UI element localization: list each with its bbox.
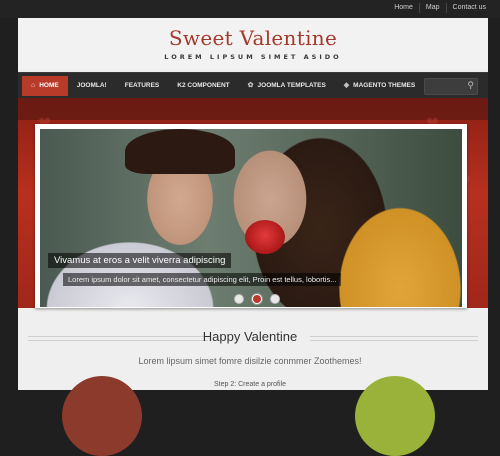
magento-icon: ◆	[343, 82, 350, 89]
nav-item-home-label: HOME	[39, 82, 59, 89]
site-header: Sweet Valentine LOREM LIPSUM SIMET ASIDO	[18, 18, 488, 70]
home-icon: ⌂	[31, 82, 36, 89]
slider-pagination	[234, 294, 280, 304]
rose-image	[245, 220, 285, 254]
nav-item-magento[interactable]: ◆ MAGENTO THEMES	[335, 76, 424, 96]
top-link-contact[interactable]: Contact us	[445, 3, 492, 13]
slider-dot-3[interactable]	[270, 294, 280, 304]
top-link-map[interactable]: Map	[418, 3, 446, 13]
section-subtitle: Lorem lipsum simet fomre disilzie conmme…	[138, 356, 362, 366]
slide-caption-text: Lorem ipsum dolor sit amet, consectetur …	[63, 273, 342, 286]
site-tagline: LOREM LIPSUM SIMET ASIDO	[164, 53, 342, 61]
main-nav: ⌂ HOME JOOMLA! FEATURES K2 COMPONENT ✿ J…	[18, 72, 488, 99]
banner-shade	[18, 98, 488, 120]
top-links: Home Map Contact us	[388, 3, 492, 13]
site-title[interactable]: Sweet Valentine	[18, 26, 488, 50]
nav-item-joomla[interactable]: JOOMLA!	[68, 76, 116, 96]
slide-photo-detail	[125, 129, 235, 174]
slider-dot-2[interactable]	[252, 294, 262, 304]
top-bar: Home Map Contact us	[0, 0, 500, 18]
search-icon[interactable]: ⚲	[467, 80, 474, 91]
nav-item-magento-label: MAGENTO THEMES	[353, 82, 416, 89]
search-input[interactable]: ⚲	[424, 78, 478, 95]
nav-item-features-label: FEATURES	[124, 82, 160, 89]
nav-item-features[interactable]: FEATURES	[116, 76, 169, 96]
nav-item-joomla-label: JOOMLA!	[76, 82, 107, 89]
joomla-icon: ✿	[247, 82, 254, 89]
slide-caption-title[interactable]: Vivamus at eros a velit viverra adipisci…	[48, 253, 232, 268]
slider-dot-1[interactable]	[234, 294, 244, 304]
feature-circle-left[interactable]	[62, 376, 142, 456]
nav-item-home[interactable]: ⌂ HOME	[22, 76, 68, 96]
feature-circle-right[interactable]	[355, 376, 435, 456]
section-title: Happy Valentine	[202, 329, 298, 344]
nav-item-k2[interactable]: K2 COMPONENT	[168, 76, 238, 96]
top-link-home[interactable]: Home	[388, 3, 419, 13]
nav-item-joomla-templates[interactable]: ✿ JOOMLA TEMPLATES	[239, 76, 335, 96]
nav-item-k2-label: K2 COMPONENT	[177, 82, 230, 89]
nav-item-joomla-templates-label: JOOMLA TEMPLATES	[257, 82, 326, 89]
step-text: Step 2: Create a profile	[214, 381, 286, 388]
